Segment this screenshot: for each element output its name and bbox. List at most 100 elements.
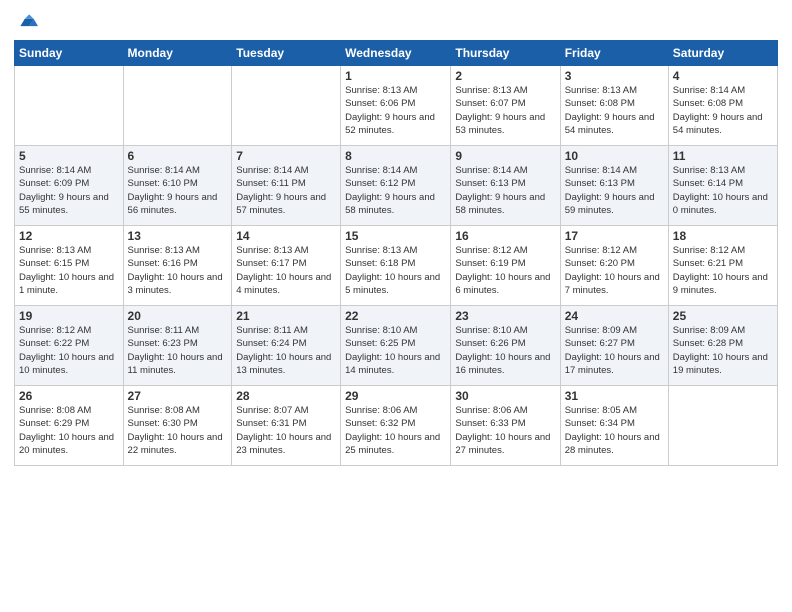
- logo: [14, 10, 38, 32]
- day-info: Sunrise: 8:10 AM Sunset: 6:26 PM Dayligh…: [455, 324, 555, 377]
- day-number: 9: [455, 149, 555, 163]
- day-info: Sunrise: 8:12 AM Sunset: 6:19 PM Dayligh…: [455, 244, 555, 297]
- day-number: 6: [128, 149, 228, 163]
- weekday-header-monday: Monday: [123, 41, 232, 66]
- day-number: 14: [236, 229, 336, 243]
- day-number: 28: [236, 389, 336, 403]
- day-cell: 26Sunrise: 8:08 AM Sunset: 6:29 PM Dayli…: [15, 386, 124, 466]
- day-info: Sunrise: 8:13 AM Sunset: 6:08 PM Dayligh…: [565, 84, 664, 137]
- day-number: 19: [19, 309, 119, 323]
- day-info: Sunrise: 8:13 AM Sunset: 6:18 PM Dayligh…: [345, 244, 446, 297]
- day-cell: 10Sunrise: 8:14 AM Sunset: 6:13 PM Dayli…: [560, 146, 668, 226]
- week-row-1: 1Sunrise: 8:13 AM Sunset: 6:06 PM Daylig…: [15, 66, 778, 146]
- day-number: 11: [673, 149, 773, 163]
- weekday-header-friday: Friday: [560, 41, 668, 66]
- day-info: Sunrise: 8:08 AM Sunset: 6:30 PM Dayligh…: [128, 404, 228, 457]
- day-cell: 7Sunrise: 8:14 AM Sunset: 6:11 PM Daylig…: [232, 146, 341, 226]
- day-number: 21: [236, 309, 336, 323]
- day-info: Sunrise: 8:11 AM Sunset: 6:24 PM Dayligh…: [236, 324, 336, 377]
- day-cell: 18Sunrise: 8:12 AM Sunset: 6:21 PM Dayli…: [668, 226, 777, 306]
- day-number: 30: [455, 389, 555, 403]
- week-row-5: 26Sunrise: 8:08 AM Sunset: 6:29 PM Dayli…: [15, 386, 778, 466]
- day-number: 22: [345, 309, 446, 323]
- weekday-header-thursday: Thursday: [451, 41, 560, 66]
- day-cell: 16Sunrise: 8:12 AM Sunset: 6:19 PM Dayli…: [451, 226, 560, 306]
- weekday-header-row: SundayMondayTuesdayWednesdayThursdayFrid…: [15, 41, 778, 66]
- day-info: Sunrise: 8:13 AM Sunset: 6:16 PM Dayligh…: [128, 244, 228, 297]
- day-cell: 1Sunrise: 8:13 AM Sunset: 6:06 PM Daylig…: [341, 66, 451, 146]
- day-number: 8: [345, 149, 446, 163]
- day-cell: 12Sunrise: 8:13 AM Sunset: 6:15 PM Dayli…: [15, 226, 124, 306]
- day-number: 4: [673, 69, 773, 83]
- day-info: Sunrise: 8:06 AM Sunset: 6:33 PM Dayligh…: [455, 404, 555, 457]
- day-number: 20: [128, 309, 228, 323]
- day-info: Sunrise: 8:11 AM Sunset: 6:23 PM Dayligh…: [128, 324, 228, 377]
- day-number: 13: [128, 229, 228, 243]
- day-info: Sunrise: 8:08 AM Sunset: 6:29 PM Dayligh…: [19, 404, 119, 457]
- day-cell: 4Sunrise: 8:14 AM Sunset: 6:08 PM Daylig…: [668, 66, 777, 146]
- day-info: Sunrise: 8:13 AM Sunset: 6:14 PM Dayligh…: [673, 164, 773, 217]
- logo-icon: [16, 10, 38, 32]
- day-info: Sunrise: 8:09 AM Sunset: 6:28 PM Dayligh…: [673, 324, 773, 377]
- weekday-header-saturday: Saturday: [668, 41, 777, 66]
- day-cell: 27Sunrise: 8:08 AM Sunset: 6:30 PM Dayli…: [123, 386, 232, 466]
- weekday-header-wednesday: Wednesday: [341, 41, 451, 66]
- day-number: 3: [565, 69, 664, 83]
- day-number: 26: [19, 389, 119, 403]
- day-number: 1: [345, 69, 446, 83]
- day-number: 12: [19, 229, 119, 243]
- day-number: 31: [565, 389, 664, 403]
- day-number: 15: [345, 229, 446, 243]
- day-cell: 23Sunrise: 8:10 AM Sunset: 6:26 PM Dayli…: [451, 306, 560, 386]
- day-number: 7: [236, 149, 336, 163]
- day-info: Sunrise: 8:10 AM Sunset: 6:25 PM Dayligh…: [345, 324, 446, 377]
- weekday-header-tuesday: Tuesday: [232, 41, 341, 66]
- week-row-4: 19Sunrise: 8:12 AM Sunset: 6:22 PM Dayli…: [15, 306, 778, 386]
- day-info: Sunrise: 8:06 AM Sunset: 6:32 PM Dayligh…: [345, 404, 446, 457]
- day-number: 10: [565, 149, 664, 163]
- day-info: Sunrise: 8:13 AM Sunset: 6:07 PM Dayligh…: [455, 84, 555, 137]
- day-cell: 25Sunrise: 8:09 AM Sunset: 6:28 PM Dayli…: [668, 306, 777, 386]
- day-info: Sunrise: 8:12 AM Sunset: 6:20 PM Dayligh…: [565, 244, 664, 297]
- day-info: Sunrise: 8:13 AM Sunset: 6:17 PM Dayligh…: [236, 244, 336, 297]
- day-cell: 8Sunrise: 8:14 AM Sunset: 6:12 PM Daylig…: [341, 146, 451, 226]
- weekday-header-sunday: Sunday: [15, 41, 124, 66]
- day-info: Sunrise: 8:07 AM Sunset: 6:31 PM Dayligh…: [236, 404, 336, 457]
- week-row-3: 12Sunrise: 8:13 AM Sunset: 6:15 PM Dayli…: [15, 226, 778, 306]
- day-cell: 28Sunrise: 8:07 AM Sunset: 6:31 PM Dayli…: [232, 386, 341, 466]
- day-info: Sunrise: 8:14 AM Sunset: 6:13 PM Dayligh…: [565, 164, 664, 217]
- day-cell: 6Sunrise: 8:14 AM Sunset: 6:10 PM Daylig…: [123, 146, 232, 226]
- day-info: Sunrise: 8:14 AM Sunset: 6:09 PM Dayligh…: [19, 164, 119, 217]
- day-info: Sunrise: 8:05 AM Sunset: 6:34 PM Dayligh…: [565, 404, 664, 457]
- day-info: Sunrise: 8:12 AM Sunset: 6:22 PM Dayligh…: [19, 324, 119, 377]
- day-cell: 22Sunrise: 8:10 AM Sunset: 6:25 PM Dayli…: [341, 306, 451, 386]
- day-cell: 13Sunrise: 8:13 AM Sunset: 6:16 PM Dayli…: [123, 226, 232, 306]
- calendar: SundayMondayTuesdayWednesdayThursdayFrid…: [14, 40, 778, 466]
- day-cell: 3Sunrise: 8:13 AM Sunset: 6:08 PM Daylig…: [560, 66, 668, 146]
- day-cell: 17Sunrise: 8:12 AM Sunset: 6:20 PM Dayli…: [560, 226, 668, 306]
- day-cell: [123, 66, 232, 146]
- day-cell: 30Sunrise: 8:06 AM Sunset: 6:33 PM Dayli…: [451, 386, 560, 466]
- day-info: Sunrise: 8:14 AM Sunset: 6:08 PM Dayligh…: [673, 84, 773, 137]
- day-info: Sunrise: 8:14 AM Sunset: 6:12 PM Dayligh…: [345, 164, 446, 217]
- day-info: Sunrise: 8:14 AM Sunset: 6:11 PM Dayligh…: [236, 164, 336, 217]
- day-number: 17: [565, 229, 664, 243]
- day-number: 16: [455, 229, 555, 243]
- day-number: 18: [673, 229, 773, 243]
- week-row-2: 5Sunrise: 8:14 AM Sunset: 6:09 PM Daylig…: [15, 146, 778, 226]
- day-number: 23: [455, 309, 555, 323]
- day-info: Sunrise: 8:13 AM Sunset: 6:15 PM Dayligh…: [19, 244, 119, 297]
- day-number: 5: [19, 149, 119, 163]
- day-cell: 2Sunrise: 8:13 AM Sunset: 6:07 PM Daylig…: [451, 66, 560, 146]
- day-cell: 19Sunrise: 8:12 AM Sunset: 6:22 PM Dayli…: [15, 306, 124, 386]
- day-cell: 24Sunrise: 8:09 AM Sunset: 6:27 PM Dayli…: [560, 306, 668, 386]
- day-cell: 11Sunrise: 8:13 AM Sunset: 6:14 PM Dayli…: [668, 146, 777, 226]
- day-number: 29: [345, 389, 446, 403]
- day-cell: 9Sunrise: 8:14 AM Sunset: 6:13 PM Daylig…: [451, 146, 560, 226]
- day-cell: 21Sunrise: 8:11 AM Sunset: 6:24 PM Dayli…: [232, 306, 341, 386]
- page: SundayMondayTuesdayWednesdayThursdayFrid…: [0, 0, 792, 612]
- day-info: Sunrise: 8:09 AM Sunset: 6:27 PM Dayligh…: [565, 324, 664, 377]
- day-cell: [232, 66, 341, 146]
- day-cell: 15Sunrise: 8:13 AM Sunset: 6:18 PM Dayli…: [341, 226, 451, 306]
- day-cell: 31Sunrise: 8:05 AM Sunset: 6:34 PM Dayli…: [560, 386, 668, 466]
